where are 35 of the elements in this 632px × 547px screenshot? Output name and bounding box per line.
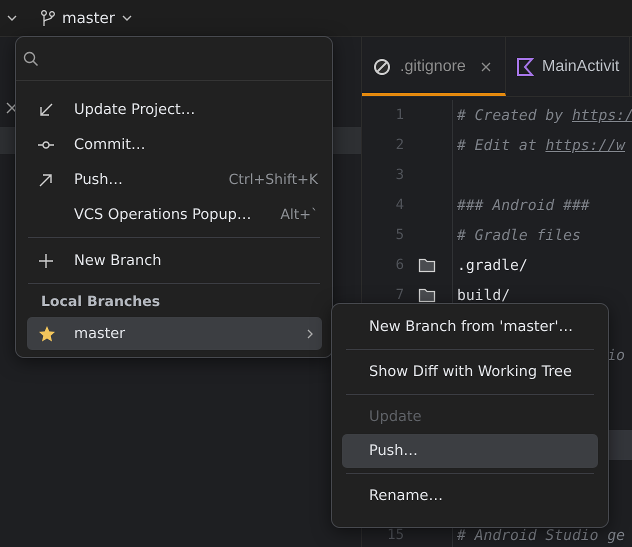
branch-icon — [40, 9, 56, 27]
section-header: Local Branches — [40, 293, 162, 312]
chevron-right-icon — [306, 328, 314, 340]
close-icon[interactable] — [6, 102, 18, 114]
menu-item[interactable]: Push… Ctrl+Shift+K — [16, 162, 332, 197]
code-text: io — [606, 346, 626, 364]
arrow-down-left-icon — [38, 102, 54, 118]
ignored-file-icon — [372, 56, 392, 76]
editor-tab[interactable]: MainActivit — [506, 37, 630, 96]
menu-item[interactable]: Push… — [342, 434, 598, 468]
branch-button[interactable]: master — [36, 7, 137, 29]
code-text: # Edit at — [457, 136, 538, 154]
shortcut-text: Ctrl+Shift+K — [228, 172, 318, 188]
kotlin-file-icon — [516, 56, 534, 76]
menu-item[interactable]: New Branch — [16, 243, 332, 278]
code-text: # Android Studio ge — [457, 526, 626, 544]
search-icon — [23, 50, 39, 66]
editor-tab[interactable]: .gitignore — [362, 37, 506, 96]
code-text: .gradle/ — [457, 256, 528, 274]
code-text: build/ — [457, 286, 510, 304]
menu-item[interactable]: VCS Operations Popup… Alt+` — [16, 197, 332, 232]
plus-icon — [38, 252, 54, 268]
menu-item[interactable]: Show Diff with Working Tree — [342, 355, 598, 389]
branch-item[interactable]: master — [27, 317, 322, 350]
menu-item[interactable]: Rename… — [342, 479, 598, 513]
shortcut-text: Alt+` — [280, 206, 318, 222]
code-text: # Gradle files — [457, 226, 581, 244]
code-link[interactable]: https://w — [545, 136, 626, 154]
menu-item[interactable]: Update Project… — [16, 92, 332, 127]
code-text: ### Android ### — [457, 196, 590, 214]
code-text: # Created by — [457, 106, 564, 124]
close-icon[interactable] — [480, 60, 492, 72]
menu-item[interactable]: New Branch from 'master'… — [342, 310, 598, 344]
arrow-up-right-icon — [38, 172, 54, 188]
menu-item[interactable]: Commit… — [16, 127, 332, 162]
